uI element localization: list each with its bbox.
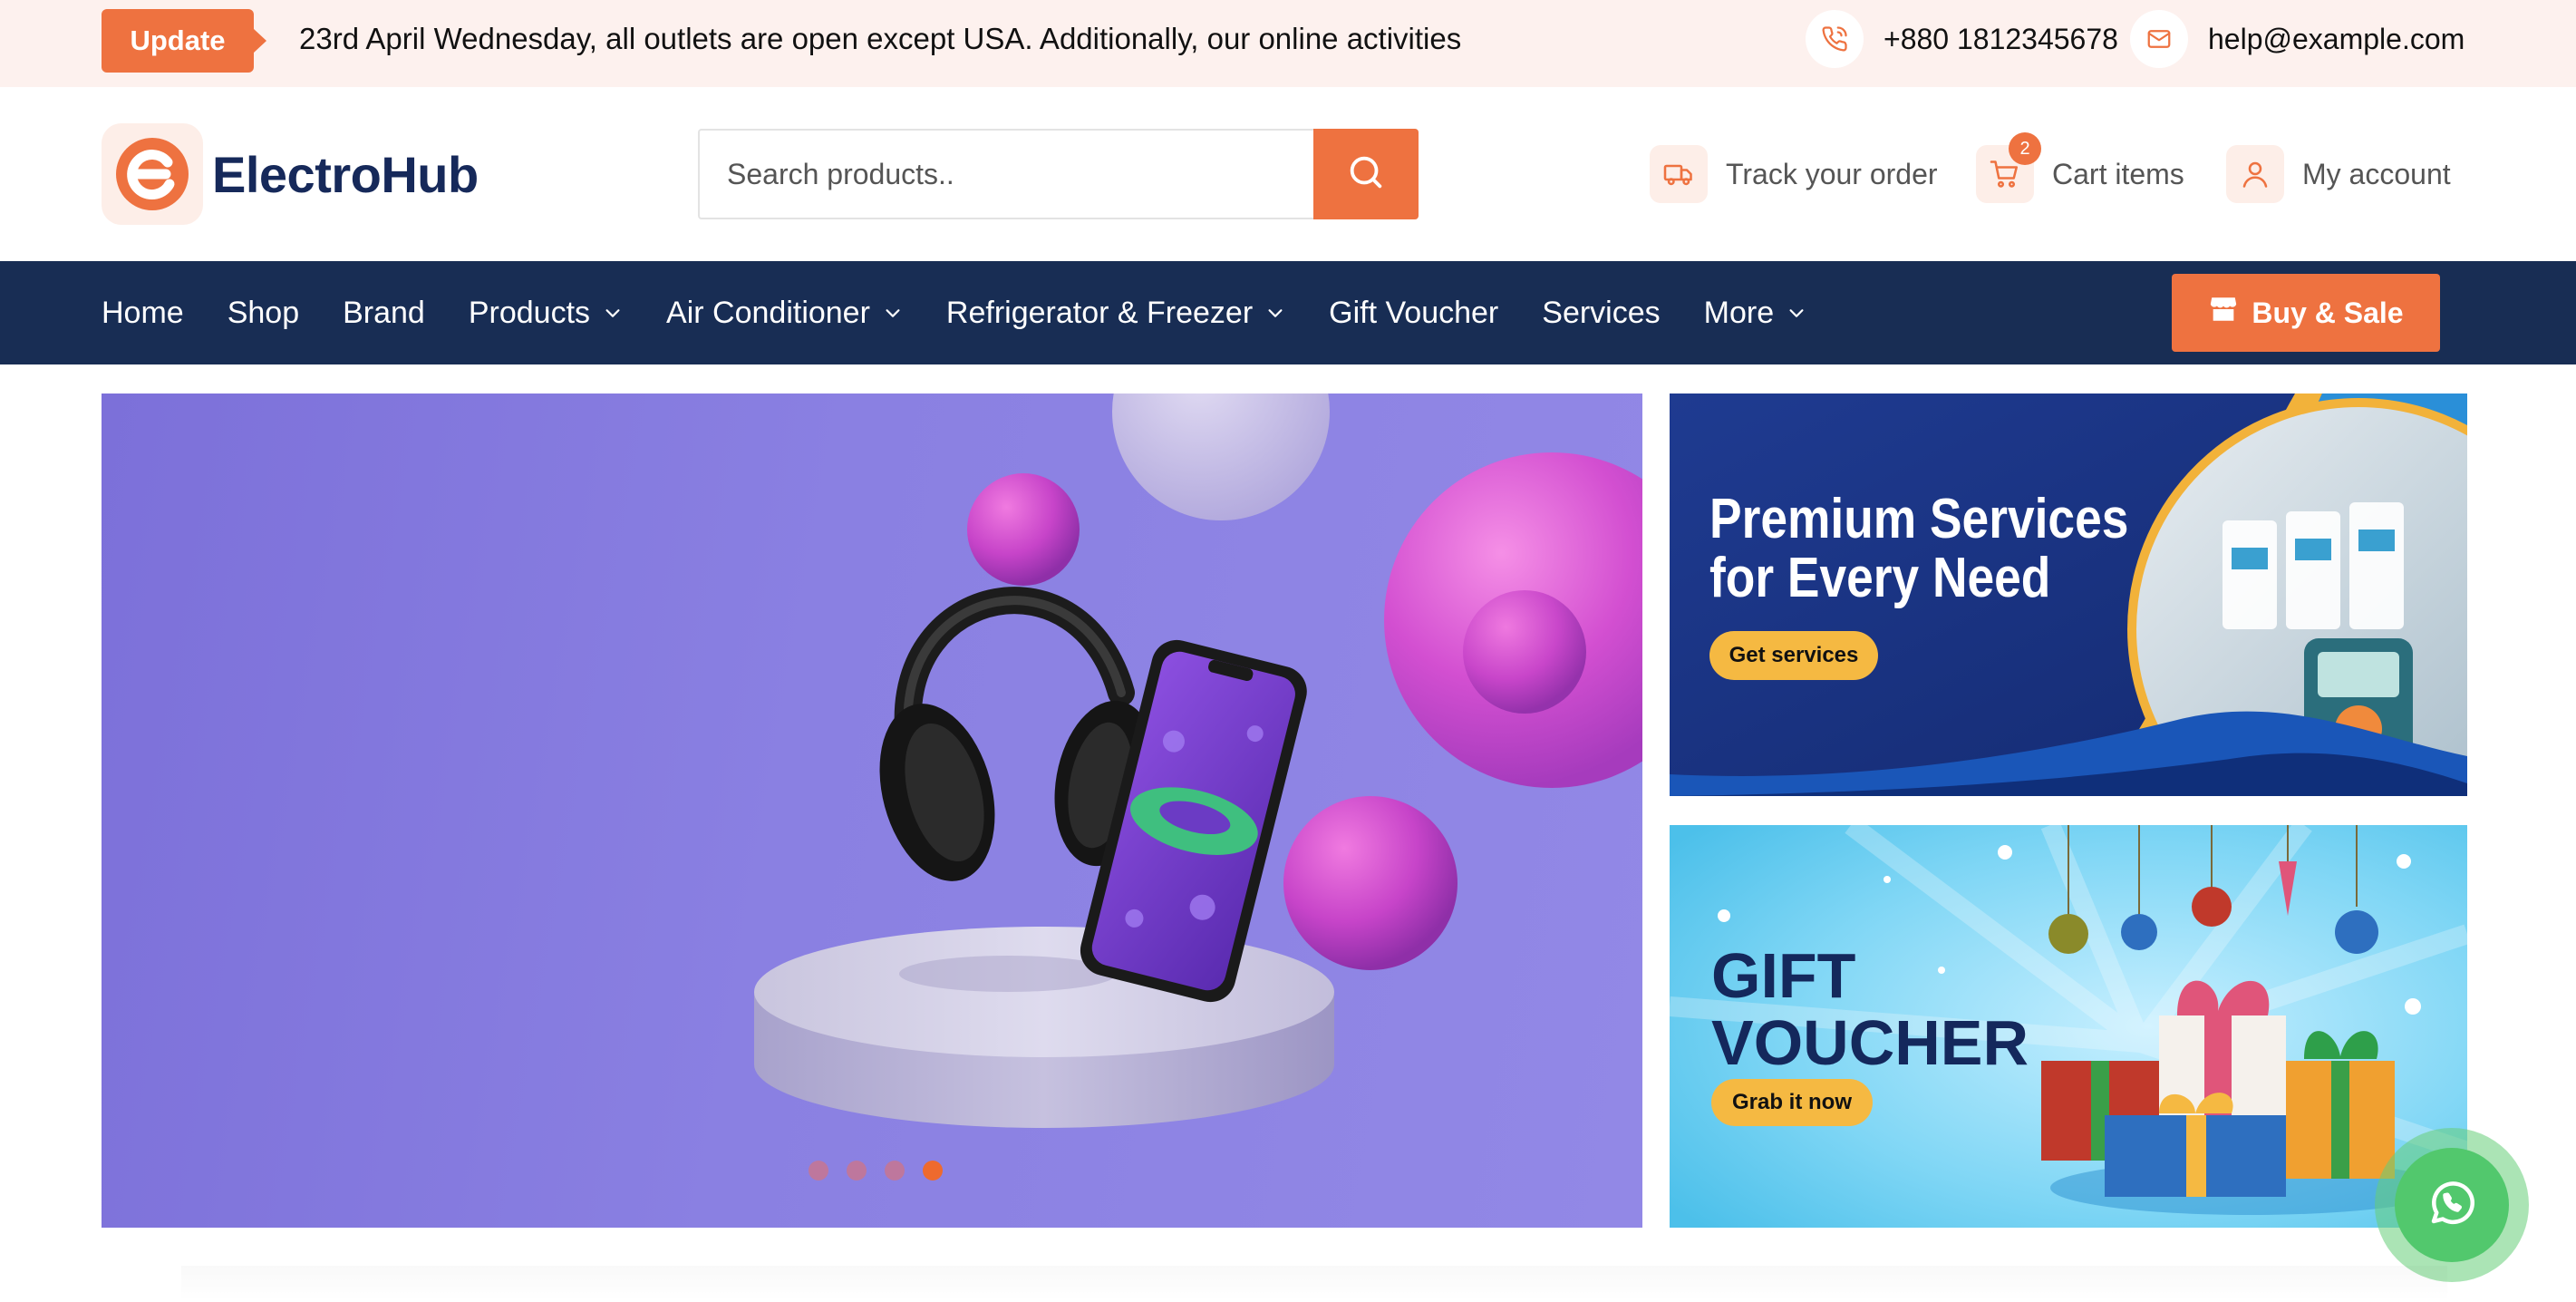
mail-icon: [2130, 10, 2188, 68]
store-icon: [2208, 294, 2239, 332]
nav-item-brand[interactable]: Brand: [343, 296, 425, 331]
chevron-down-icon: [883, 296, 903, 331]
cart-count-badge: 2: [2009, 132, 2041, 165]
nav-item-label: Air Conditioner: [666, 295, 870, 330]
hero-slider[interactable]: [102, 394, 1642, 1228]
nav-item-label: Brand: [343, 295, 425, 330]
nav-item-label: Gift Voucher: [1329, 295, 1499, 330]
account-label: My account: [2302, 157, 2451, 190]
slider-dot[interactable]: [923, 1161, 943, 1181]
gift-voucher-title: GIFT VOUCHER: [1711, 940, 2029, 1078]
user-icon: [2226, 145, 2284, 203]
slider-dot[interactable]: [809, 1161, 828, 1181]
nav-item-gift-voucher[interactable]: Gift Voucher: [1329, 296, 1498, 331]
account-link[interactable]: My account: [2226, 141, 2451, 207]
nav-item-products[interactable]: Products: [469, 296, 623, 331]
update-badge: Update: [102, 9, 266, 73]
nav-item-services[interactable]: Services: [1542, 296, 1660, 331]
truck-icon: [1650, 145, 1708, 203]
track-order-label: Track your order: [1726, 157, 1938, 190]
cart-icon: 2: [1976, 132, 2041, 203]
announcement-text: 23rd April Wednesday, all outlets are op…: [299, 22, 1462, 55]
logo-icon: [102, 123, 203, 225]
search-bar: [698, 129, 1419, 219]
phone-number[interactable]: +880 1812345678: [1884, 23, 2118, 56]
chevron-down-icon: [1787, 296, 1806, 331]
nav-item-shop[interactable]: Shop: [228, 296, 299, 331]
buy-and-sale-label: Buy & Sale: [2252, 296, 2404, 329]
nav-item-more[interactable]: More: [1704, 296, 1806, 331]
site-header: ElectroHub Track your order 2 Cart items: [0, 87, 2576, 261]
chevron-down-icon: [1265, 296, 1285, 331]
site-logo[interactable]: ElectroHub: [102, 123, 479, 225]
nav-item-home[interactable]: Home: [102, 296, 184, 331]
nav-item-label: Products: [468, 295, 591, 330]
nav-item-label: More: [1703, 295, 1775, 330]
nav-item-label: Services: [1542, 295, 1661, 330]
email-address[interactable]: help@example.com: [2208, 23, 2465, 56]
hero-image: [754, 394, 1642, 1128]
main-navigation: Home Shop Brand Products Air Conditioner Refr…: [0, 261, 2576, 364]
services-banner[interactable]: Premium Services for Every Need Get serv…: [1670, 394, 2467, 796]
whatsapp-icon: [2425, 1176, 2479, 1235]
slider-dot[interactable]: [847, 1161, 867, 1181]
announcement-bar: Update 23rd April Wednesday, all outlets…: [0, 0, 2576, 87]
search-input[interactable]: [700, 131, 1313, 218]
nav-menu: Home Shop Brand Products Air Conditioner Refr…: [102, 261, 1806, 364]
search-icon: [1345, 151, 1387, 198]
track-order-link[interactable]: Track your order: [1650, 141, 1938, 207]
nav-item-label: Shop: [227, 295, 300, 330]
slider-dot[interactable]: [885, 1161, 905, 1181]
buy-and-sale-button[interactable]: Buy & Sale: [2172, 274, 2440, 352]
chevron-down-icon: [603, 296, 623, 331]
gift-title-line1: GIFT: [1711, 940, 1856, 1011]
phone-contact[interactable]: +880 1812345678: [1806, 7, 2118, 71]
gift-voucher-banner[interactable]: GIFT VOUCHER Grab it now: [1670, 825, 2467, 1228]
nav-item-label: Home: [102, 295, 184, 330]
nav-item-label: Refrigerator & Freezer: [945, 295, 1254, 330]
gift-title-line2: VOUCHER: [1711, 1006, 2029, 1078]
phone-icon: [1806, 10, 1864, 68]
grab-it-now-button[interactable]: Grab it now: [1711, 1079, 1873, 1126]
content-divider: [181, 1266, 2447, 1302]
get-services-button[interactable]: Get services: [1709, 631, 1878, 680]
nav-item-refrigerator-freezer[interactable]: Refrigerator & Freezer: [946, 296, 1285, 331]
cart-label: Cart items: [2052, 157, 2184, 190]
cart-link[interactable]: 2 Cart items: [1976, 132, 2184, 207]
services-title: Premium Services for Every Need: [1709, 490, 2128, 607]
nav-item-air-conditioner[interactable]: Air Conditioner: [666, 296, 903, 331]
email-contact[interactable]: help@example.com: [2130, 7, 2465, 71]
whatsapp-chat-button[interactable]: [2395, 1148, 2509, 1262]
services-title-line2: for Every Need: [1709, 547, 2051, 610]
services-title-line1: Premium Services: [1709, 488, 2129, 550]
slider-dots: [809, 1161, 943, 1181]
logo-text: ElectroHub: [212, 145, 479, 203]
search-button[interactable]: [1313, 129, 1419, 219]
